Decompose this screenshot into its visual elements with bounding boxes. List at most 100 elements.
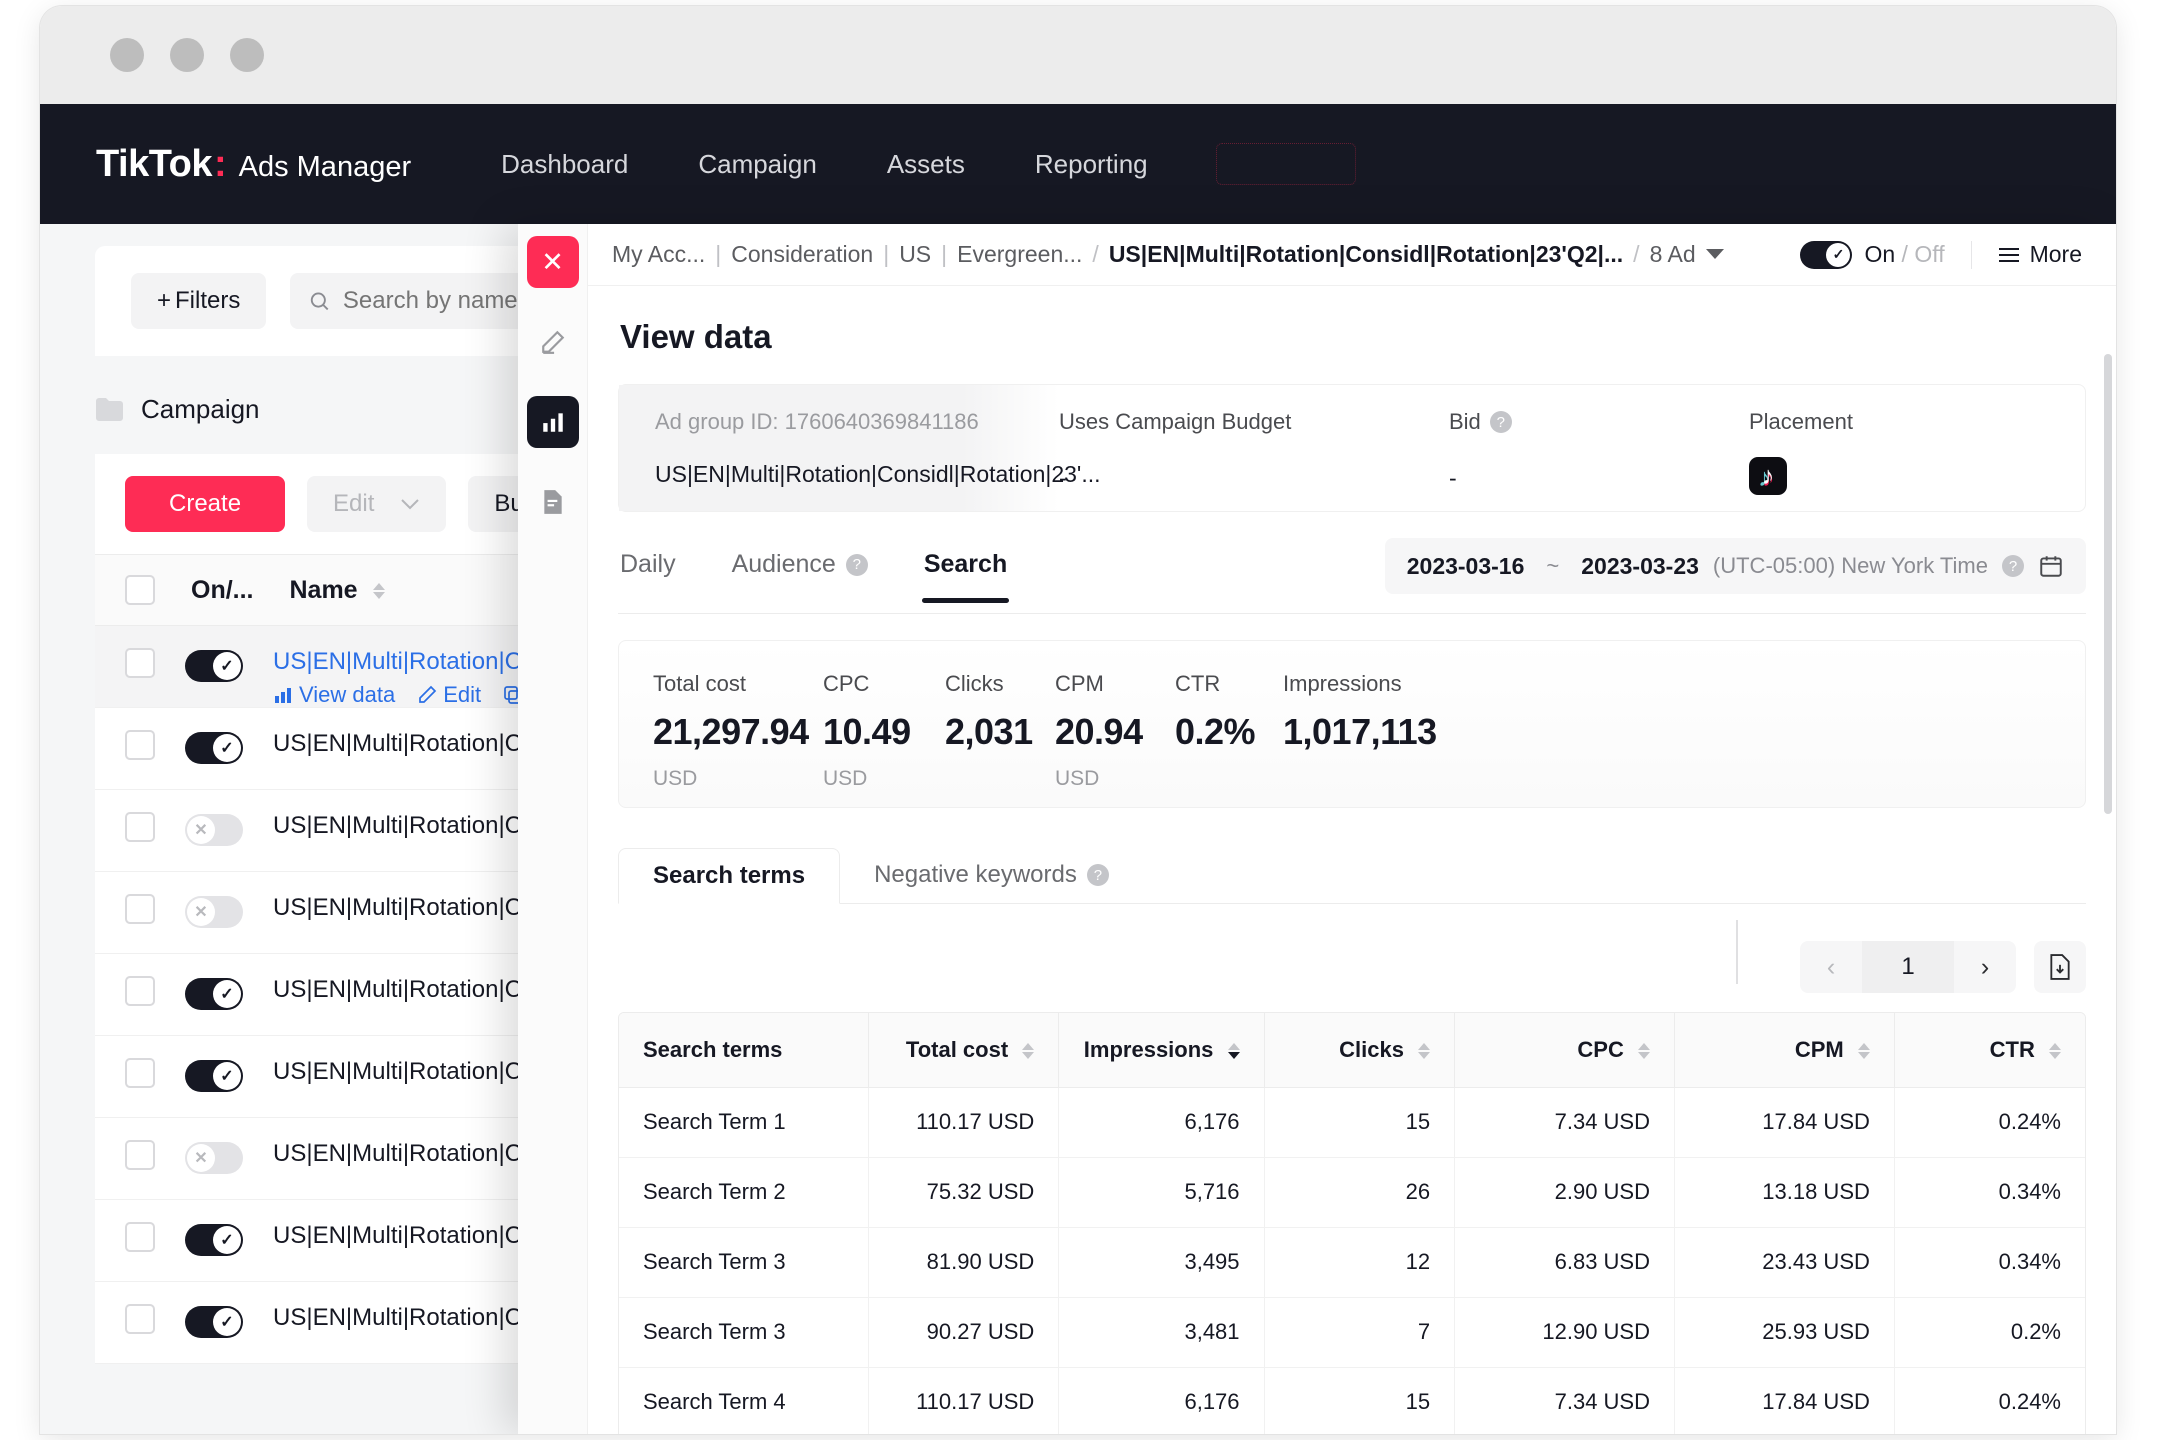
tiktok-ads-manager-logo[interactable]: TikTok : Ads Manager <box>96 143 411 186</box>
tab-search-terms-label: Search terms <box>653 862 806 889</box>
column-header-onoff[interactable]: On/... <box>191 576 254 605</box>
column-header-ctr[interactable]: CTR <box>1894 1013 2085 1088</box>
row-checkbox[interactable] <box>125 812 155 842</box>
help-icon[interactable]: ? <box>2002 555 2024 577</box>
cell-cpm: 25.93 USD <box>1674 1297 1895 1368</box>
view-data-panel-button[interactable] <box>526 396 579 448</box>
metric-clicks: Clicks 2,031 <box>945 671 1055 807</box>
row-checkbox[interactable] <box>125 1304 155 1334</box>
metric-impressions: Impressions 1,017,113 <box>1283 671 1453 807</box>
help-icon[interactable]: ? <box>1086 864 1109 886</box>
create-button[interactable]: Create <box>125 476 286 532</box>
nav-item-dashboard[interactable]: Dashboard <box>499 143 630 186</box>
row-checkbox[interactable] <box>125 1140 155 1170</box>
sort-icon-active[interactable] <box>1227 1042 1240 1059</box>
next-page-button[interactable]: › <box>1954 953 2016 982</box>
cell-search-term: Search Term 2 <box>619 1157 869 1228</box>
sort-icon[interactable] <box>1857 1042 1870 1059</box>
breadcrumb-divider: | <box>715 241 722 267</box>
sort-icon[interactable] <box>1418 1042 1431 1059</box>
column-header-search-terms[interactable]: Search terms <box>619 1013 869 1088</box>
tab-search[interactable]: Search <box>921 546 1010 603</box>
edit-panel-button[interactable] <box>527 316 579 368</box>
sort-icon[interactable] <box>2049 1042 2061 1059</box>
row-toggle[interactable]: ✓ <box>185 978 243 1010</box>
view-data-label: View data <box>299 682 396 707</box>
sort-icon[interactable] <box>372 582 385 599</box>
report-tabs: Daily Audience ? Search 2023-03-16 ~ 202… <box>618 538 2086 614</box>
breadcrumb-campaign[interactable]: Evergreen... <box>957 241 1082 268</box>
table-row[interactable]: Search Term 4 110.17 USD 6,176 15 7.34 U… <box>619 1367 2085 1434</box>
view-data-action[interactable]: View data <box>273 682 395 708</box>
breadcrumb-region[interactable]: US <box>899 241 931 268</box>
chart-icon <box>275 688 291 703</box>
column-label: CPC <box>1577 1036 1624 1062</box>
nav-item-reporting[interactable]: Reporting <box>1033 143 1150 186</box>
window-close-button[interactable] <box>110 38 144 72</box>
row-checkbox[interactable] <box>125 894 155 924</box>
column-header-cpc[interactable]: CPC <box>1454 1013 1675 1088</box>
calendar-icon[interactable] <box>2038 553 2064 579</box>
metric-value: 21,297.94 <box>653 711 809 752</box>
row-checkbox[interactable] <box>125 1058 155 1088</box>
row-toggle[interactable]: ✓ <box>185 1306 243 1338</box>
export-button[interactable] <box>2034 941 2086 993</box>
row-toggle[interactable]: ✕ <box>185 814 243 846</box>
chevron-down-icon[interactable] <box>1705 249 1724 260</box>
row-checkbox[interactable] <box>125 1222 155 1252</box>
breadcrumb-ad-count[interactable]: 8 Ad <box>1650 241 1696 268</box>
column-header-total-cost[interactable]: Total cost <box>868 1013 1060 1088</box>
report-panel-button[interactable] <box>527 476 579 528</box>
select-all-checkbox[interactable] <box>125 575 155 605</box>
budget-label: Uses Campaign Budget <box>1059 409 1292 434</box>
current-page-number[interactable]: 1 <box>1862 941 1954 993</box>
row-toggle[interactable]: ✕ <box>185 896 243 928</box>
panel-breadcrumb-bar: My Acc... | Consideration | US | Evergre… <box>588 224 2116 286</box>
row-toggle[interactable]: ✓ <box>185 650 243 682</box>
panel-vertical-scrollbar[interactable] <box>2104 354 2112 814</box>
column-header-cpm[interactable]: CPM <box>1674 1013 1895 1088</box>
row-checkbox[interactable] <box>125 976 155 1006</box>
column-header-impressions[interactable]: Impressions <box>1058 1013 1265 1088</box>
row-toggle[interactable]: ✓ <box>185 1224 243 1256</box>
row-checkbox[interactable] <box>125 730 155 760</box>
cell-total-cost: 81.90 USD <box>868 1227 1060 1298</box>
row-toggle[interactable]: ✕ <box>185 1142 243 1174</box>
column-header-name[interactable]: Name <box>290 576 385 605</box>
breadcrumb-adgroup[interactable]: US|EN|Multi|Rotation|Considl|Rotation|23… <box>1109 241 1623 268</box>
nav-item-campaign[interactable]: Campaign <box>696 143 819 186</box>
help-icon[interactable]: ? <box>845 553 868 576</box>
prev-page-button[interactable]: ‹ <box>1800 953 1862 982</box>
row-toggle[interactable]: ✓ <box>185 1060 243 1092</box>
sort-icon[interactable] <box>1638 1042 1650 1059</box>
tab-search-terms[interactable]: Search terms <box>618 848 841 904</box>
nav-item-assets[interactable]: Assets <box>885 143 967 186</box>
tab-audience[interactable]: Audience ? <box>730 546 870 579</box>
window-maximize-button[interactable] <box>230 38 264 72</box>
table-row[interactable]: Search Term 2 75.32 USD 5,716 26 2.90 US… <box>619 1157 2085 1228</box>
table-row[interactable]: Search Term 3 81.90 USD 3,495 12 6.83 US… <box>619 1227 2085 1298</box>
adgroup-onoff-toggle[interactable]: ✓ <box>1800 240 1853 269</box>
close-panel-button[interactable]: ✕ <box>526 236 579 288</box>
sort-icon[interactable] <box>1022 1042 1035 1059</box>
panel-content: My Acc... | Consideration | US | Evergre… <box>588 224 2116 1434</box>
more-button[interactable]: More <box>1998 241 2082 268</box>
cell-impressions: 3,495 <box>1058 1227 1265 1298</box>
window-minimize-button[interactable] <box>170 38 204 72</box>
tab-negative-keywords-label: Negative keywords <box>874 861 1077 888</box>
help-icon[interactable]: ? <box>1489 411 1512 433</box>
tab-negative-keywords[interactable]: Negative keywords ? <box>840 847 1143 903</box>
tab-daily[interactable]: Daily <box>618 546 678 579</box>
breadcrumb-objective[interactable]: Consideration <box>731 241 873 268</box>
budget-value: - <box>1059 465 1067 491</box>
table-row[interactable]: Search Term 3 90.27 USD 3,481 7 12.90 US… <box>619 1297 2085 1368</box>
edit-dropdown-button[interactable]: Edit <box>307 476 447 532</box>
row-checkbox[interactable] <box>125 648 155 678</box>
filters-button[interactable]: + Filters <box>131 273 267 329</box>
column-header-clicks[interactable]: Clicks <box>1264 1013 1456 1088</box>
row-toggle[interactable]: ✓ <box>185 732 243 764</box>
edit-action[interactable]: Edit <box>417 682 481 708</box>
breadcrumb-account[interactable]: My Acc... <box>612 241 705 268</box>
date-range-picker[interactable]: 2023-03-16 ~ 2023-03-23 (UTC-05:00) New … <box>1384 538 2086 594</box>
table-row[interactable]: Search Term 1 110.17 USD 6,176 15 7.34 U… <box>619 1087 2085 1158</box>
